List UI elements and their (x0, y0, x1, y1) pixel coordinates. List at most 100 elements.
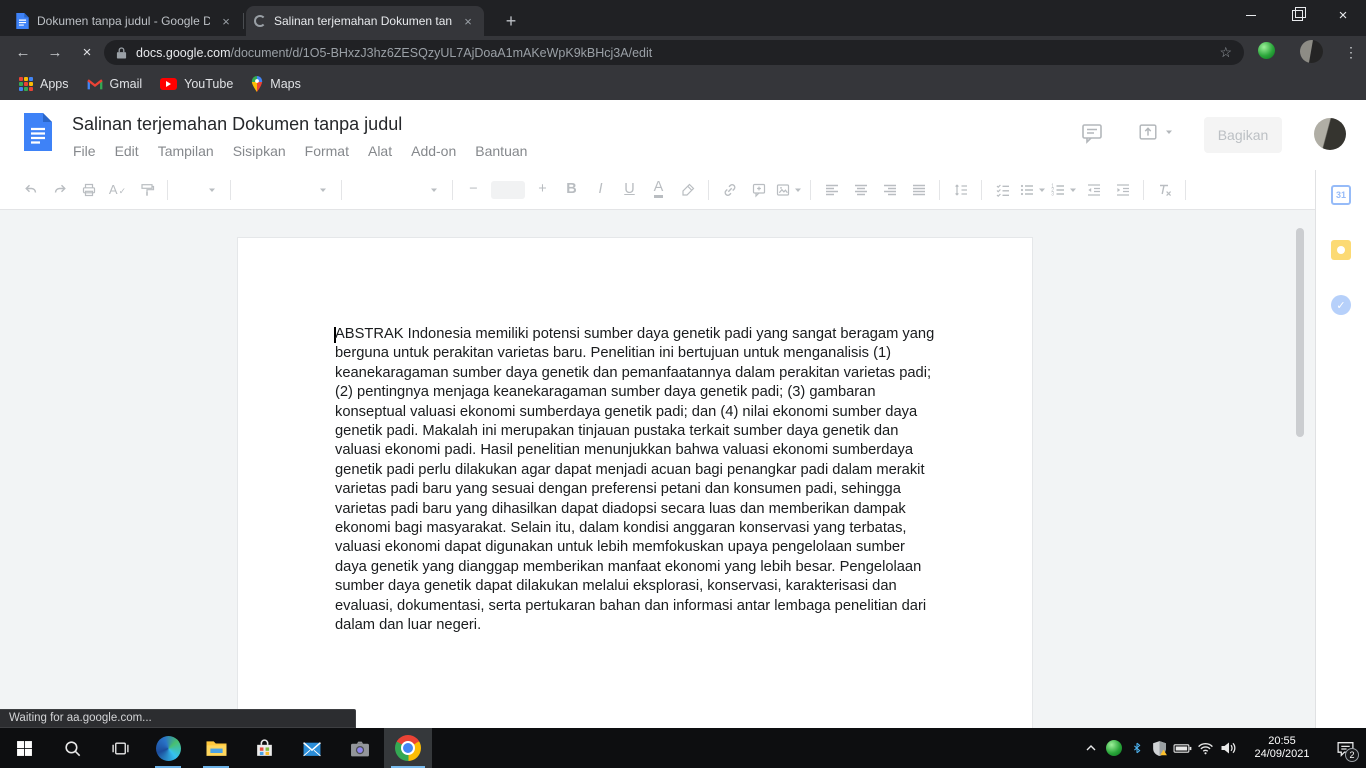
restore-icon (1291, 6, 1306, 21)
bold-icon[interactable]: B (559, 177, 584, 203)
tab-close-icon[interactable]: × (218, 13, 234, 29)
line-spacing-icon[interactable] (948, 177, 973, 203)
side-panel-calendar-icon[interactable]: 31 (1331, 185, 1351, 205)
side-panel-tasks-icon[interactable]: ✓ (1331, 295, 1351, 315)
image-dropdown[interactable] (775, 177, 802, 203)
tab-close-icon[interactable]: × (460, 13, 476, 29)
windows-taskbar: 20:55 24/09/2021 2 (0, 728, 1366, 768)
taskbar-camera-icon[interactable] (336, 728, 384, 768)
document-scrollbar-thumb[interactable] (1296, 228, 1304, 437)
tab-salinan-terjemahan[interactable]: Salinan terjemahan Dokumen tan × (246, 6, 484, 36)
taskbar-search-icon[interactable] (48, 728, 96, 768)
undo-icon[interactable] (18, 177, 43, 203)
wifi-icon[interactable] (1194, 728, 1217, 768)
plus-icon[interactable]: + (530, 177, 555, 203)
menu-bantuan[interactable]: Bantuan (472, 142, 530, 160)
bookmark-gmail[interactable]: Gmail (78, 74, 152, 94)
idm-icon[interactable] (1102, 728, 1125, 768)
bookmark-youtube[interactable]: YouTube (151, 74, 242, 94)
docs-account-avatar[interactable] (1314, 118, 1346, 150)
font-size-box[interactable] (491, 180, 525, 199)
close-button[interactable]: × (1320, 0, 1366, 30)
document-title[interactable]: Salinan terjemahan Dokumen tanpa judul (72, 114, 402, 135)
text-color-icon[interactable]: A (646, 177, 671, 203)
bookmark-maps[interactable]: Maps (242, 73, 310, 95)
document-page[interactable]: ABSTRAK Indonesia memiliki potensi sumbe… (237, 237, 1033, 728)
tab-dokumen-tanpa-judul[interactable]: Dokumen tanpa judul - Google D × (8, 6, 242, 36)
menu-tampilan[interactable]: Tampilan (155, 142, 217, 160)
underline-icon[interactable]: U (617, 177, 642, 203)
italic-icon[interactable]: I (588, 177, 613, 203)
bookmark-star-icon[interactable]: ☆ (1219, 44, 1232, 61)
checklist-icon[interactable] (990, 177, 1015, 203)
tray-chevron-icon[interactable] (1079, 728, 1102, 768)
paint-format-icon[interactable] (134, 177, 159, 203)
align-justify-icon[interactable] (906, 177, 931, 203)
font-dropdown[interactable] (350, 177, 444, 203)
restore-button[interactable] (1274, 0, 1320, 30)
minimize-button[interactable] (1228, 0, 1274, 30)
browser-profile-avatar[interactable] (1300, 40, 1323, 63)
highlight-icon[interactable] (675, 177, 700, 203)
zoom-dropdown[interactable] (176, 177, 222, 203)
bookmark-label: Apps (40, 77, 69, 91)
link-icon[interactable] (717, 177, 742, 203)
google-docs-app: Salinan terjemahan Dokumen tanpa judul F… (0, 100, 1366, 728)
volume-icon[interactable] (1217, 728, 1240, 768)
bookmark-apps[interactable]: Apps (10, 74, 78, 94)
outdent-icon[interactable] (1081, 177, 1106, 203)
menu-edit[interactable]: Edit (112, 142, 142, 160)
back-button[interactable]: ← (10, 39, 36, 65)
menu-format[interactable]: Format (302, 142, 352, 160)
address-bar[interactable]: docs.google.com/document/d/1O5-BHxzJ3hz6… (104, 40, 1244, 65)
align-left-icon[interactable] (819, 177, 844, 203)
toolbar-separator (939, 179, 940, 200)
redo-icon[interactable] (47, 177, 72, 203)
tab-title: Dokumen tanpa judul - Google D (37, 14, 210, 28)
taskbar-chrome-icon[interactable] (384, 728, 432, 768)
new-tab-button[interactable]: + (498, 8, 524, 34)
stop-loading-button[interactable]: × (74, 39, 100, 65)
spellcheck-icon[interactable]: A ✓ (105, 177, 130, 203)
numbered-list-dropdown[interactable]: 123 (1050, 177, 1077, 203)
present-button[interactable] (1136, 121, 1173, 143)
google-docs-logo-icon[interactable] (24, 113, 52, 151)
window-controls: × (1228, 0, 1366, 30)
bookmark-label: Maps (270, 77, 301, 91)
side-panel-keep-icon[interactable] (1331, 240, 1351, 260)
toolbar-separator (230, 179, 231, 200)
minus-icon[interactable]: − (461, 177, 486, 203)
print-icon[interactable] (76, 177, 101, 203)
browser-menu-dots-icon[interactable]: ⋮ (1340, 39, 1362, 65)
taskbar-start-icon[interactable] (0, 728, 48, 768)
toolbar-separator (981, 179, 982, 200)
styles-dropdown[interactable] (239, 177, 333, 203)
bullet-list-dropdown[interactable] (1019, 177, 1046, 203)
battery-icon[interactable] (1171, 728, 1194, 768)
align-center-icon[interactable] (848, 177, 873, 203)
bluetooth-icon[interactable] (1125, 728, 1148, 768)
menu-add-on[interactable]: Add-on (408, 142, 459, 160)
action-center-button[interactable]: 2 (1324, 728, 1366, 768)
menu-alat[interactable]: Alat (365, 142, 395, 160)
add-comment-icon[interactable] (746, 177, 771, 203)
menu-sisipkan[interactable]: Sisipkan (230, 142, 289, 160)
bookmark-label: YouTube (184, 77, 234, 91)
document-paragraph[interactable]: ABSTRAK Indonesia memiliki potensi sumbe… (335, 325, 936, 636)
taskbar-clock[interactable]: 20:55 24/09/2021 (1244, 735, 1320, 762)
taskbar-store-icon[interactable] (240, 728, 288, 768)
defender-icon[interactable] (1148, 728, 1171, 768)
taskbar-edge-icon[interactable] (144, 728, 192, 768)
open-comments-icon[interactable] (1080, 121, 1104, 145)
idm-extension-icon[interactable] (1258, 42, 1275, 59)
minimize-icon (1246, 14, 1256, 16)
clear-format-icon[interactable] (1152, 177, 1177, 203)
align-right-icon[interactable] (877, 177, 902, 203)
indent-icon[interactable] (1110, 177, 1135, 203)
taskbar-mail-icon[interactable] (288, 728, 336, 768)
taskbar-explorer-icon[interactable] (192, 728, 240, 768)
menu-file[interactable]: File (70, 142, 99, 160)
taskbar-task-view-icon[interactable] (96, 728, 144, 768)
forward-button[interactable]: → (42, 39, 68, 65)
share-button[interactable]: Bagikan (1204, 117, 1282, 153)
